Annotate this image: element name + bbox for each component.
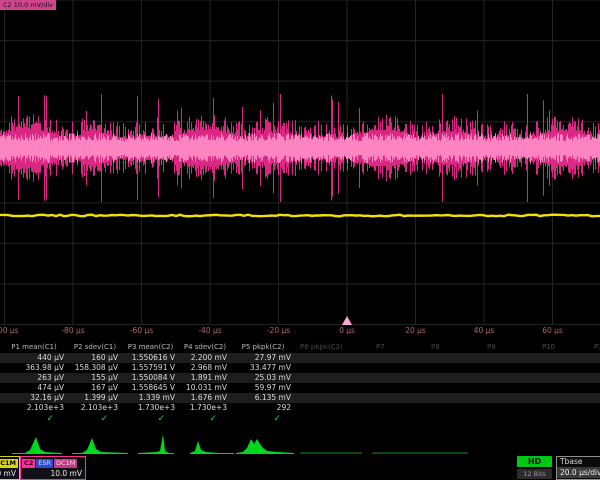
- measure-value: 1.676 mV: [179, 393, 231, 403]
- c2-scale-value: 10.0 mV: [21, 468, 85, 479]
- time-axis-label: 40 µs: [474, 326, 495, 335]
- histicon[interactable]: [190, 441, 234, 454]
- measure-value: 474 µV: [0, 383, 68, 393]
- measure-value: 2.968 mV: [179, 363, 231, 373]
- time-axis-label: -60 µs: [130, 326, 153, 335]
- measure-header-inactive[interactable]: P1: [594, 341, 600, 353]
- measure-status-check: ✓: [179, 413, 231, 426]
- histicon[interactable]: [12, 437, 62, 454]
- measure-value: 1.550084 V: [122, 373, 179, 383]
- measure-value: 59.97 mV: [231, 383, 295, 393]
- measurement-histicons[interactable]: [0, 430, 600, 456]
- timebase-axis-labels: -100 µs -80 µs -60 µs -40 µs -20 µs 0 µs 20 µs…: [0, 325, 600, 338]
- hd-bits-label: 12 Bits: [517, 469, 552, 479]
- measure-value: 160 µV: [68, 353, 122, 363]
- c2-coupling-badge: DC1M: [54, 459, 77, 468]
- time-axis-label: -40 µs: [198, 326, 221, 335]
- measure-value: 1.891 mV: [179, 373, 231, 383]
- measure-value: 1.557591 V: [122, 363, 179, 373]
- measure-value: 440 µV: [0, 353, 68, 363]
- measure-header[interactable]: P2 sdev(C1): [68, 341, 122, 353]
- measure-header-inactive[interactable]: P6 pkpk(C3): [300, 341, 343, 353]
- measure-header-inactive[interactable]: P8: [431, 341, 440, 353]
- measure-value: 363.98 µV: [0, 363, 68, 373]
- graticule-svg: [0, 0, 600, 326]
- timebase-label: Tbase: [557, 457, 600, 467]
- measure-value: 167 µV: [68, 383, 122, 393]
- time-axis-label: -80 µs: [61, 326, 84, 335]
- measure-value: 1.730e+3: [122, 403, 179, 413]
- measure-value: 292: [231, 403, 295, 413]
- channel-annotation-badge: C2 10.0 mV/div: [0, 0, 56, 10]
- timebase-scale-value: 20.0 µs/div: [557, 467, 600, 478]
- channel-c2-descriptor[interactable]: C2 ESR DC1M 10.0 mV: [20, 456, 86, 480]
- oscilloscope-screen: C2 10.0 mV/div -100 µs -80 µs -60 µs -40 µs…: [0, 0, 600, 480]
- measure-value: 6.135 mV: [231, 393, 295, 403]
- measure-value: 27.97 mV: [231, 353, 295, 363]
- measurement-table: P1 mean(C1)P2 sdev(C1)P3 mean(C2)P4 sdev…: [0, 341, 600, 426]
- measure-header-inactive[interactable]: P7: [376, 341, 385, 353]
- measure-header[interactable]: P4 sdev(C2): [179, 341, 231, 353]
- measure-value: 33.477 mV: [231, 363, 295, 373]
- timebase-descriptor[interactable]: Tbase 20.0 µs/div: [556, 456, 600, 480]
- measure-status-check: ✓: [231, 413, 295, 426]
- measure-value: 158.308 µV: [68, 363, 122, 373]
- acquisition-mode-cell[interactable]: HD 12 Bits: [517, 456, 552, 479]
- descriptor-bar: DC1M 10.0 mV C2 ESR DC1M 10.0 mV + HD 12…: [0, 456, 600, 480]
- measure-status-check: ✓: [0, 413, 68, 426]
- measure-status-check: ✓: [68, 413, 122, 426]
- time-axis-label: -100 µs: [0, 326, 19, 335]
- time-axis-label: 20 µs: [405, 326, 426, 335]
- measure-header-inactive[interactable]: P10: [542, 341, 555, 353]
- time-axis-label: 60 µs: [542, 326, 563, 335]
- measure-value: 2.103e+3: [0, 403, 68, 413]
- measure-value: 2.103e+3: [68, 403, 122, 413]
- measure-value: 25.03 mV: [231, 373, 295, 383]
- time-axis-label: -20 µs: [267, 326, 290, 335]
- time-axis-label: 0 µs: [339, 326, 355, 335]
- measure-value: 1.558645 V: [122, 383, 179, 393]
- trigger-position-marker[interactable]: [342, 316, 352, 325]
- histicon[interactable]: [138, 434, 174, 454]
- c1-scale-value: 10.0 mV: [0, 468, 19, 479]
- measure-value: 1.730e+3: [179, 403, 231, 413]
- hd-mode-badge[interactable]: HD: [517, 456, 552, 467]
- channel-c1-descriptor[interactable]: DC1M 10.0 mV: [0, 456, 20, 480]
- measure-status-check: ✓: [122, 413, 179, 426]
- histicon[interactable]: [72, 438, 128, 454]
- histicon[interactable]: [236, 439, 294, 454]
- measure-value: 1.339 mV: [122, 393, 179, 403]
- measure-header[interactable]: P5 pkpk(C2): [231, 341, 295, 353]
- measure-value: 1.399 µV: [68, 393, 122, 403]
- c2-esr-badge: ESR: [36, 459, 53, 468]
- measure-value: 263 µV: [0, 373, 68, 383]
- measure-value: 2.200 mV: [179, 353, 231, 363]
- measure-header[interactable]: P3 mean(C2): [122, 341, 179, 353]
- measure-value: 1.550616 V: [122, 353, 179, 363]
- c1-coupling-badge: DC1M: [0, 459, 18, 468]
- measure-value: 155 µV: [68, 373, 122, 383]
- c2-label-badge: C2: [22, 459, 35, 468]
- measure-header-inactive[interactable]: P9: [487, 341, 496, 353]
- measure-header[interactable]: P1 mean(C1): [0, 341, 68, 353]
- measure-value: 32.16 µV: [0, 393, 68, 403]
- waveform-grid-area[interactable]: [0, 0, 600, 326]
- measure-value: 10.031 mV: [179, 383, 231, 393]
